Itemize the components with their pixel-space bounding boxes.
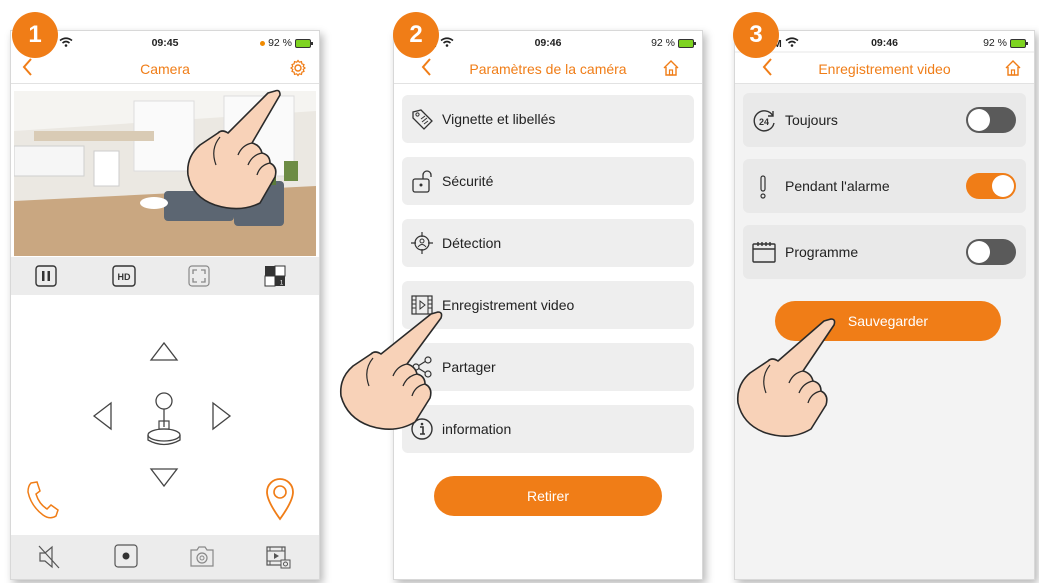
clock-24-icon: 24 bbox=[751, 108, 775, 132]
status-bar: M 09:46 92 % bbox=[735, 31, 1034, 51]
battery-percent: 92 % bbox=[651, 37, 675, 49]
page-title: Enregistrement video bbox=[818, 61, 951, 77]
phone-icon[interactable] bbox=[25, 480, 59, 525]
menu-item-security[interactable]: Sécurité bbox=[402, 157, 694, 205]
battery-status: 92 % bbox=[983, 37, 1028, 49]
tag-icon bbox=[410, 107, 434, 131]
svg-text:24: 24 bbox=[759, 117, 769, 127]
pointing-hand-icon bbox=[186, 89, 281, 210]
option-always: 24 Toujours bbox=[743, 93, 1026, 147]
location-pin-icon[interactable] bbox=[265, 477, 295, 526]
hd-label: HD bbox=[118, 272, 131, 282]
snapshot-icon[interactable] bbox=[189, 544, 215, 573]
menu-item-detection[interactable]: Détection bbox=[402, 219, 694, 267]
padlock-icon bbox=[410, 169, 434, 193]
menu-item-label: Enregistrement video bbox=[442, 297, 575, 313]
option-label: Programme bbox=[785, 244, 859, 260]
home-icon[interactable] bbox=[662, 59, 680, 82]
menu-item-label: Partager bbox=[442, 359, 496, 375]
menu-item-label: Sécurité bbox=[442, 173, 494, 189]
pointing-hand-icon bbox=[339, 311, 443, 430]
page-title: Camera bbox=[140, 61, 190, 77]
record-icon[interactable] bbox=[114, 544, 138, 573]
menu-item-label: Vignette et libellés bbox=[442, 111, 556, 127]
arrow-down-icon[interactable] bbox=[149, 467, 179, 494]
nav-bar: Enregistrement video bbox=[735, 53, 1034, 84]
toggle-schedule[interactable] bbox=[966, 239, 1016, 265]
pause-icon[interactable] bbox=[35, 265, 57, 292]
status-bar: M 09:46 92 % bbox=[394, 31, 702, 51]
detection-icon bbox=[410, 231, 434, 255]
toggle-always[interactable] bbox=[966, 107, 1016, 133]
gear-icon[interactable] bbox=[289, 59, 307, 82]
option-label: Pendant l'alarme bbox=[785, 178, 890, 194]
gallery-icon[interactable] bbox=[265, 544, 291, 575]
step-badge-1: 1 bbox=[12, 12, 58, 58]
remove-button[interactable]: Retirer bbox=[434, 476, 662, 516]
battery-icon bbox=[1010, 38, 1028, 48]
battery-icon bbox=[295, 38, 313, 48]
mute-icon[interactable] bbox=[37, 544, 61, 575]
battery-status: 92 % bbox=[651, 37, 696, 49]
battery-percent: 92 % bbox=[983, 37, 1007, 49]
option-during-alarm: Pendant l'alarme bbox=[743, 159, 1026, 213]
fullscreen-icon[interactable] bbox=[188, 265, 210, 292]
exclamation-icon bbox=[751, 174, 775, 199]
option-schedule: Programme bbox=[743, 225, 1026, 279]
arrow-up-icon[interactable] bbox=[149, 340, 179, 367]
arrow-right-icon[interactable] bbox=[211, 401, 233, 436]
step-badge-3: 3 bbox=[733, 12, 779, 58]
toggle-knob bbox=[992, 175, 1014, 197]
battery-percent: 92 % bbox=[268, 37, 292, 49]
nav-bar: Paramètres de la caméra bbox=[394, 53, 702, 84]
arrow-left-icon[interactable] bbox=[91, 401, 113, 436]
battery-icon bbox=[678, 38, 696, 48]
bottom-toolbar bbox=[11, 535, 319, 579]
control-bar: HD 1 bbox=[11, 257, 319, 295]
ptz-pad bbox=[11, 295, 319, 535]
page-title: Paramètres de la caméra bbox=[469, 61, 627, 77]
joystick-icon[interactable] bbox=[146, 391, 182, 454]
menu-item-thumbnail-labels[interactable]: Vignette et libellés bbox=[402, 95, 694, 143]
pointing-hand-icon bbox=[736, 318, 836, 437]
nav-bar: Camera bbox=[11, 53, 319, 84]
battery-status: 92 % bbox=[260, 37, 313, 49]
video-recording-screen: M 09:46 92 % Enregistrement video 24 Tou… bbox=[734, 30, 1035, 580]
step-badge-2: 2 bbox=[393, 12, 439, 58]
toggle-knob bbox=[968, 241, 990, 263]
toggle-knob bbox=[968, 109, 990, 131]
calendar-icon bbox=[751, 240, 776, 264]
menu-item-label: Détection bbox=[442, 235, 502, 251]
toggle-during-alarm[interactable] bbox=[966, 173, 1016, 199]
orange-dot-icon bbox=[260, 40, 266, 46]
hd-icon[interactable]: HD bbox=[112, 265, 136, 292]
multiview-icon[interactable]: 1 bbox=[264, 265, 286, 292]
menu-item-label: information bbox=[442, 421, 512, 437]
home-icon[interactable] bbox=[1004, 59, 1022, 82]
option-label: Toujours bbox=[785, 112, 838, 128]
